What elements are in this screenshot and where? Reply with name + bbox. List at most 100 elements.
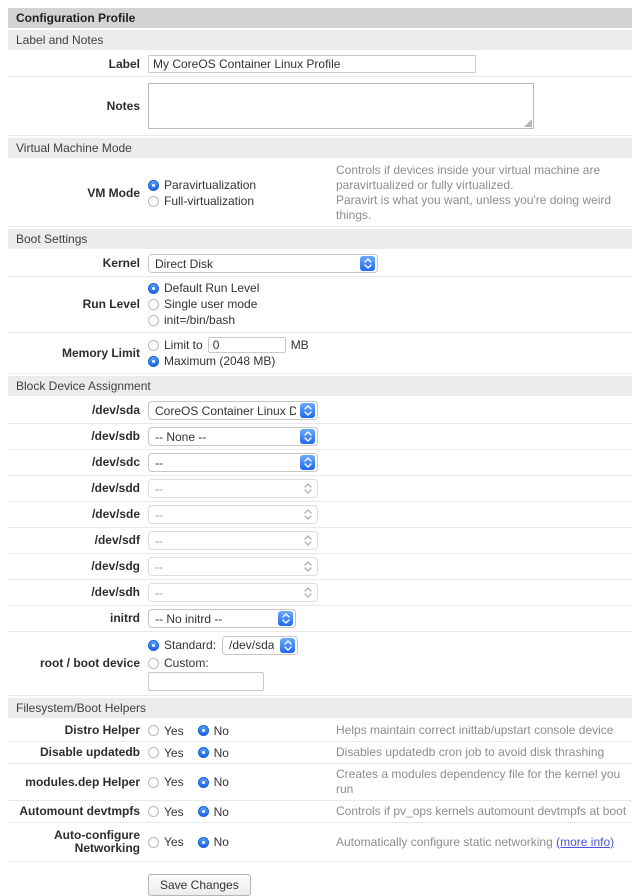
automount-devtmpfs-no-radio[interactable] <box>198 806 209 817</box>
dev-sdh-select-value: -- <box>155 586 163 600</box>
more-info-link[interactable]: (more info) <box>556 835 614 849</box>
memory-maximum-radio[interactable] <box>148 356 159 367</box>
run-level-single-user-label: Single user mode <box>164 297 257 312</box>
auto-configure-networking-no-label: No <box>214 835 229 849</box>
dev-sda-row: /dev/sda CoreOS Container Linux Disk <box>8 398 632 424</box>
dev-sdb-select-value: -- None -- <box>155 430 206 444</box>
select-stepper-icon <box>300 533 315 548</box>
auto-configure-networking-no-radio[interactable] <box>198 837 209 848</box>
run-level-init-bash-radio[interactable] <box>148 315 159 326</box>
initrd-select[interactable]: -- No initrd -- <box>148 609 296 628</box>
dev-sde-label: /dev/sde <box>8 508 140 521</box>
dev-sdc-row: /dev/sdc -- <box>8 450 632 476</box>
dev-sda-select-value: CoreOS Container Linux Disk <box>155 404 296 418</box>
automount-devtmpfs-label: Automount devtmpfs <box>8 805 140 818</box>
dev-sdg-select[interactable]: -- <box>148 557 318 576</box>
dev-sdd-row: /dev/sdd -- <box>8 476 632 502</box>
modules-dep-yes-radio[interactable] <box>148 777 159 788</box>
automount-devtmpfs-row: Automount devtmpfs Yes No Controls if pv… <box>8 801 632 823</box>
kernel-row: Kernel Direct Disk <box>8 251 632 277</box>
kernel-select[interactable]: Direct Disk <box>148 254 378 273</box>
dev-sdc-select[interactable]: -- <box>148 453 318 472</box>
disable-updatedb-no-label: No <box>214 746 229 760</box>
root-boot-standard-label: Standard: <box>164 638 216 653</box>
dev-sdc-select-value: -- <box>155 456 163 470</box>
distro-helper-yes-radio[interactable] <box>148 725 159 736</box>
notes-textarea[interactable] <box>148 83 534 129</box>
section-label-and-notes: Label and Notes <box>8 30 632 50</box>
automount-devtmpfs-help: Controls if pv_ops kernels automount dev… <box>336 804 632 819</box>
auto-configure-networking-yes-radio[interactable] <box>148 837 159 848</box>
disable-updatedb-yes-radio[interactable] <box>148 747 159 758</box>
dev-sdf-select-value: -- <box>155 534 163 548</box>
automount-devtmpfs-no-label: No <box>214 805 229 819</box>
dev-sdg-row: /dev/sdg -- <box>8 554 632 580</box>
distro-helper-no-label: No <box>214 724 229 738</box>
run-level-single-user-radio[interactable] <box>148 299 159 310</box>
root-boot-standard-select[interactable]: /dev/sda <box>222 636 298 655</box>
select-stepper-icon <box>300 403 315 418</box>
select-stepper-icon <box>300 429 315 444</box>
run-level-init-bash-label: init=/bin/bash <box>164 313 235 328</box>
select-stepper-icon <box>300 507 315 522</box>
configuration-profile-form: Configuration Profile Label and Notes La… <box>0 0 640 896</box>
dev-sdd-select[interactable]: -- <box>148 479 318 498</box>
dev-sdf-row: /dev/sdf -- <box>8 528 632 554</box>
dev-sdg-select-value: -- <box>155 560 163 574</box>
kernel-select-value: Direct Disk <box>155 257 213 271</box>
root-boot-standard-radio[interactable] <box>148 640 159 651</box>
resize-grip-icon[interactable] <box>524 119 532 127</box>
dev-sdf-select[interactable]: -- <box>148 531 318 550</box>
vm-mode-full-virtualization-radio[interactable] <box>148 196 159 207</box>
auto-configure-networking-row: Auto-configure Networking Yes No Automat… <box>8 823 632 862</box>
dev-sdb-select[interactable]: -- None -- <box>148 427 318 446</box>
dev-sdh-row: /dev/sdh -- <box>8 580 632 606</box>
actions-row: Save Changes <box>8 862 632 896</box>
distro-helper-label: Distro Helper <box>8 724 140 737</box>
automount-devtmpfs-yes-radio[interactable] <box>148 806 159 817</box>
root-boot-custom-radio[interactable] <box>148 658 159 669</box>
memory-limit-input[interactable] <box>208 337 286 353</box>
section-filesystem-boot-helpers: Filesystem/Boot Helpers <box>8 698 632 718</box>
label-input[interactable] <box>148 55 476 73</box>
modules-dep-no-radio[interactable] <box>198 777 209 788</box>
root-boot-custom-input[interactable] <box>148 672 264 691</box>
modules-dep-yes-label: Yes <box>164 775 184 789</box>
dev-sda-select[interactable]: CoreOS Container Linux Disk <box>148 401 318 420</box>
select-stepper-icon <box>300 559 315 574</box>
run-level-row: Run Level Default Run Level Single user … <box>8 277 632 333</box>
dev-sdb-row: /dev/sdb -- None -- <box>8 424 632 450</box>
modules-dep-helper-row: modules.dep Helper Yes No Creates a modu… <box>8 764 632 801</box>
dev-sde-row: /dev/sde -- <box>8 502 632 528</box>
distro-helper-no-radio[interactable] <box>198 725 209 736</box>
initrd-label: initrd <box>8 612 140 625</box>
auto-configure-networking-yes-label: Yes <box>164 835 184 849</box>
select-stepper-icon <box>280 638 295 653</box>
dev-sdd-select-value: -- <box>155 482 163 496</box>
dev-sdc-label: /dev/sdc <box>8 456 140 469</box>
modules-dep-no-label: No <box>214 775 229 789</box>
vm-mode-paravirtualization-radio[interactable] <box>148 180 159 191</box>
run-level-default-radio[interactable] <box>148 283 159 294</box>
dev-sde-select[interactable]: -- <box>148 505 318 524</box>
vm-mode-paravirtualization-label: Paravirtualization <box>164 178 256 193</box>
notes-field-label: Notes <box>8 100 140 113</box>
page-title: Configuration Profile <box>8 8 632 28</box>
disable-updatedb-row: Disable updatedb Yes No Disables updated… <box>8 742 632 764</box>
vm-mode-label: VM Mode <box>8 187 140 200</box>
initrd-row: initrd -- No initrd -- <box>8 606 632 632</box>
label-row: Label <box>8 52 632 77</box>
root-boot-device-label: root / boot device <box>8 657 140 670</box>
dev-sdh-select[interactable]: -- <box>148 583 318 602</box>
save-changes-button[interactable]: Save Changes <box>148 874 251 896</box>
dev-sdh-label: /dev/sdh <box>8 586 140 599</box>
dev-sdg-label: /dev/sdg <box>8 560 140 573</box>
dev-sdf-label: /dev/sdf <box>8 534 140 547</box>
vm-mode-row: VM Mode Paravirtualization Full-virtuali… <box>8 160 632 227</box>
memory-limit-to-radio[interactable] <box>148 340 159 351</box>
disable-updatedb-label: Disable updatedb <box>8 746 140 759</box>
disable-updatedb-no-radio[interactable] <box>198 747 209 758</box>
vm-mode-full-virtualization-label: Full-virtualization <box>164 194 254 209</box>
memory-limit-unit: MB <box>291 338 309 353</box>
select-stepper-icon <box>300 481 315 496</box>
